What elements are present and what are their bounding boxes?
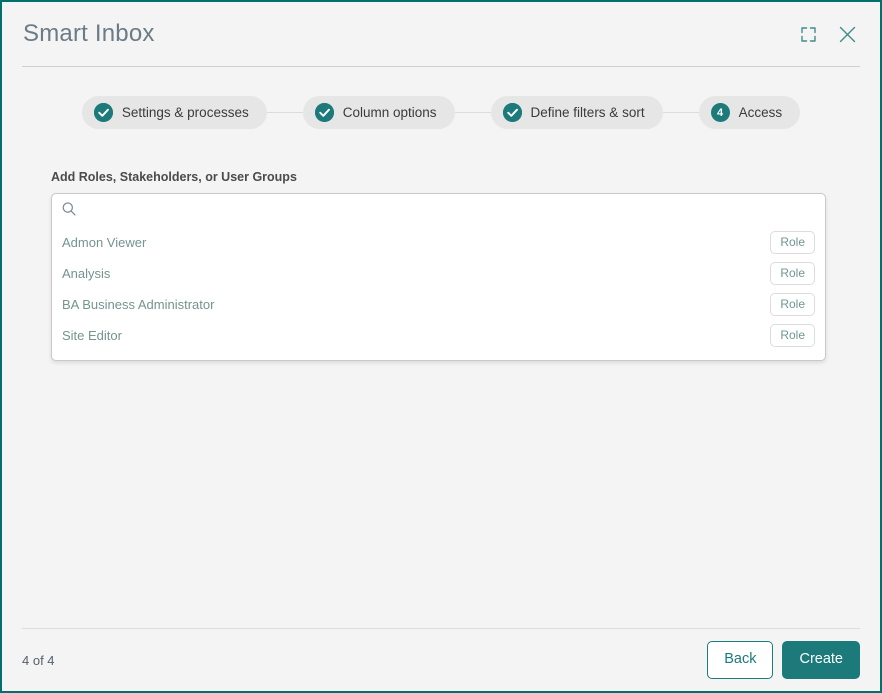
status-badge[interactable]: Role — [770, 323, 815, 347]
footer-buttons: Back Create — [707, 641, 860, 679]
roles-combobox: Admon Viewer Role Analysis Role BA Busin… — [51, 192, 826, 361]
step-label: Column options — [342, 104, 437, 120]
search-row — [52, 193, 825, 225]
list-item[interactable]: Site Editor Role — [52, 320, 825, 351]
list-item-label: Admon Viewer — [62, 234, 147, 250]
step-access[interactable]: 4 Access — [698, 96, 801, 129]
suggestion-list: Admon Viewer Role Analysis Role BA Busin… — [52, 225, 825, 360]
step-number-badge: 4 — [710, 103, 730, 122]
dialog-header: Smart Inbox — [2, 2, 880, 66]
step-settings-processes[interactable]: Settings & processes — [81, 96, 267, 129]
step-column-options[interactable]: Column options — [302, 96, 455, 129]
step-connector — [266, 112, 303, 113]
step-label: Access — [738, 104, 783, 120]
header-actions — [795, 21, 860, 47]
list-item[interactable]: BA Business Administrator Role — [52, 289, 825, 320]
status-badge[interactable]: Role — [770, 292, 815, 316]
list-item-label: Site Editor — [62, 327, 122, 343]
wizard-stepper: Settings & processes Column options Defi… — [2, 67, 880, 129]
create-button[interactable]: Create — [782, 641, 860, 679]
step-connector — [662, 112, 699, 113]
dialog-footer: 4 of 4 Back Create — [2, 629, 880, 691]
expand-icon[interactable] — [795, 21, 821, 47]
list-item-label: Analysis — [62, 265, 111, 281]
search-icon — [61, 201, 77, 217]
step-label: Settings & processes — [121, 104, 249, 120]
list-item-label: BA Business Administrator — [62, 296, 215, 312]
step-define-filters-sort[interactable]: Define filters & sort — [490, 96, 663, 129]
page-title: Smart Inbox — [23, 20, 155, 47]
back-button[interactable]: Back — [707, 641, 774, 679]
list-item[interactable]: Admon Viewer Role — [52, 227, 825, 258]
add-roles-label: Add Roles, Stakeholders, or User Groups — [51, 170, 297, 184]
check-icon — [314, 103, 334, 122]
dialog-body: Add Roles, Stakeholders, or User Groups … — [2, 129, 880, 628]
list-item[interactable]: Analysis Role — [52, 258, 825, 289]
step-label: Define filters & sort — [530, 104, 645, 120]
status-badge[interactable]: Role — [770, 261, 815, 285]
check-icon — [502, 103, 522, 122]
status-badge[interactable]: Role — [770, 230, 815, 254]
check-icon — [93, 103, 113, 122]
close-icon[interactable] — [834, 21, 860, 47]
step-connector — [454, 112, 491, 113]
page-counter: 4 of 4 — [22, 652, 55, 668]
search-input[interactable] — [77, 193, 816, 224]
smart-inbox-dialog: Smart Inbox Settings & processes Column … — [0, 0, 882, 693]
